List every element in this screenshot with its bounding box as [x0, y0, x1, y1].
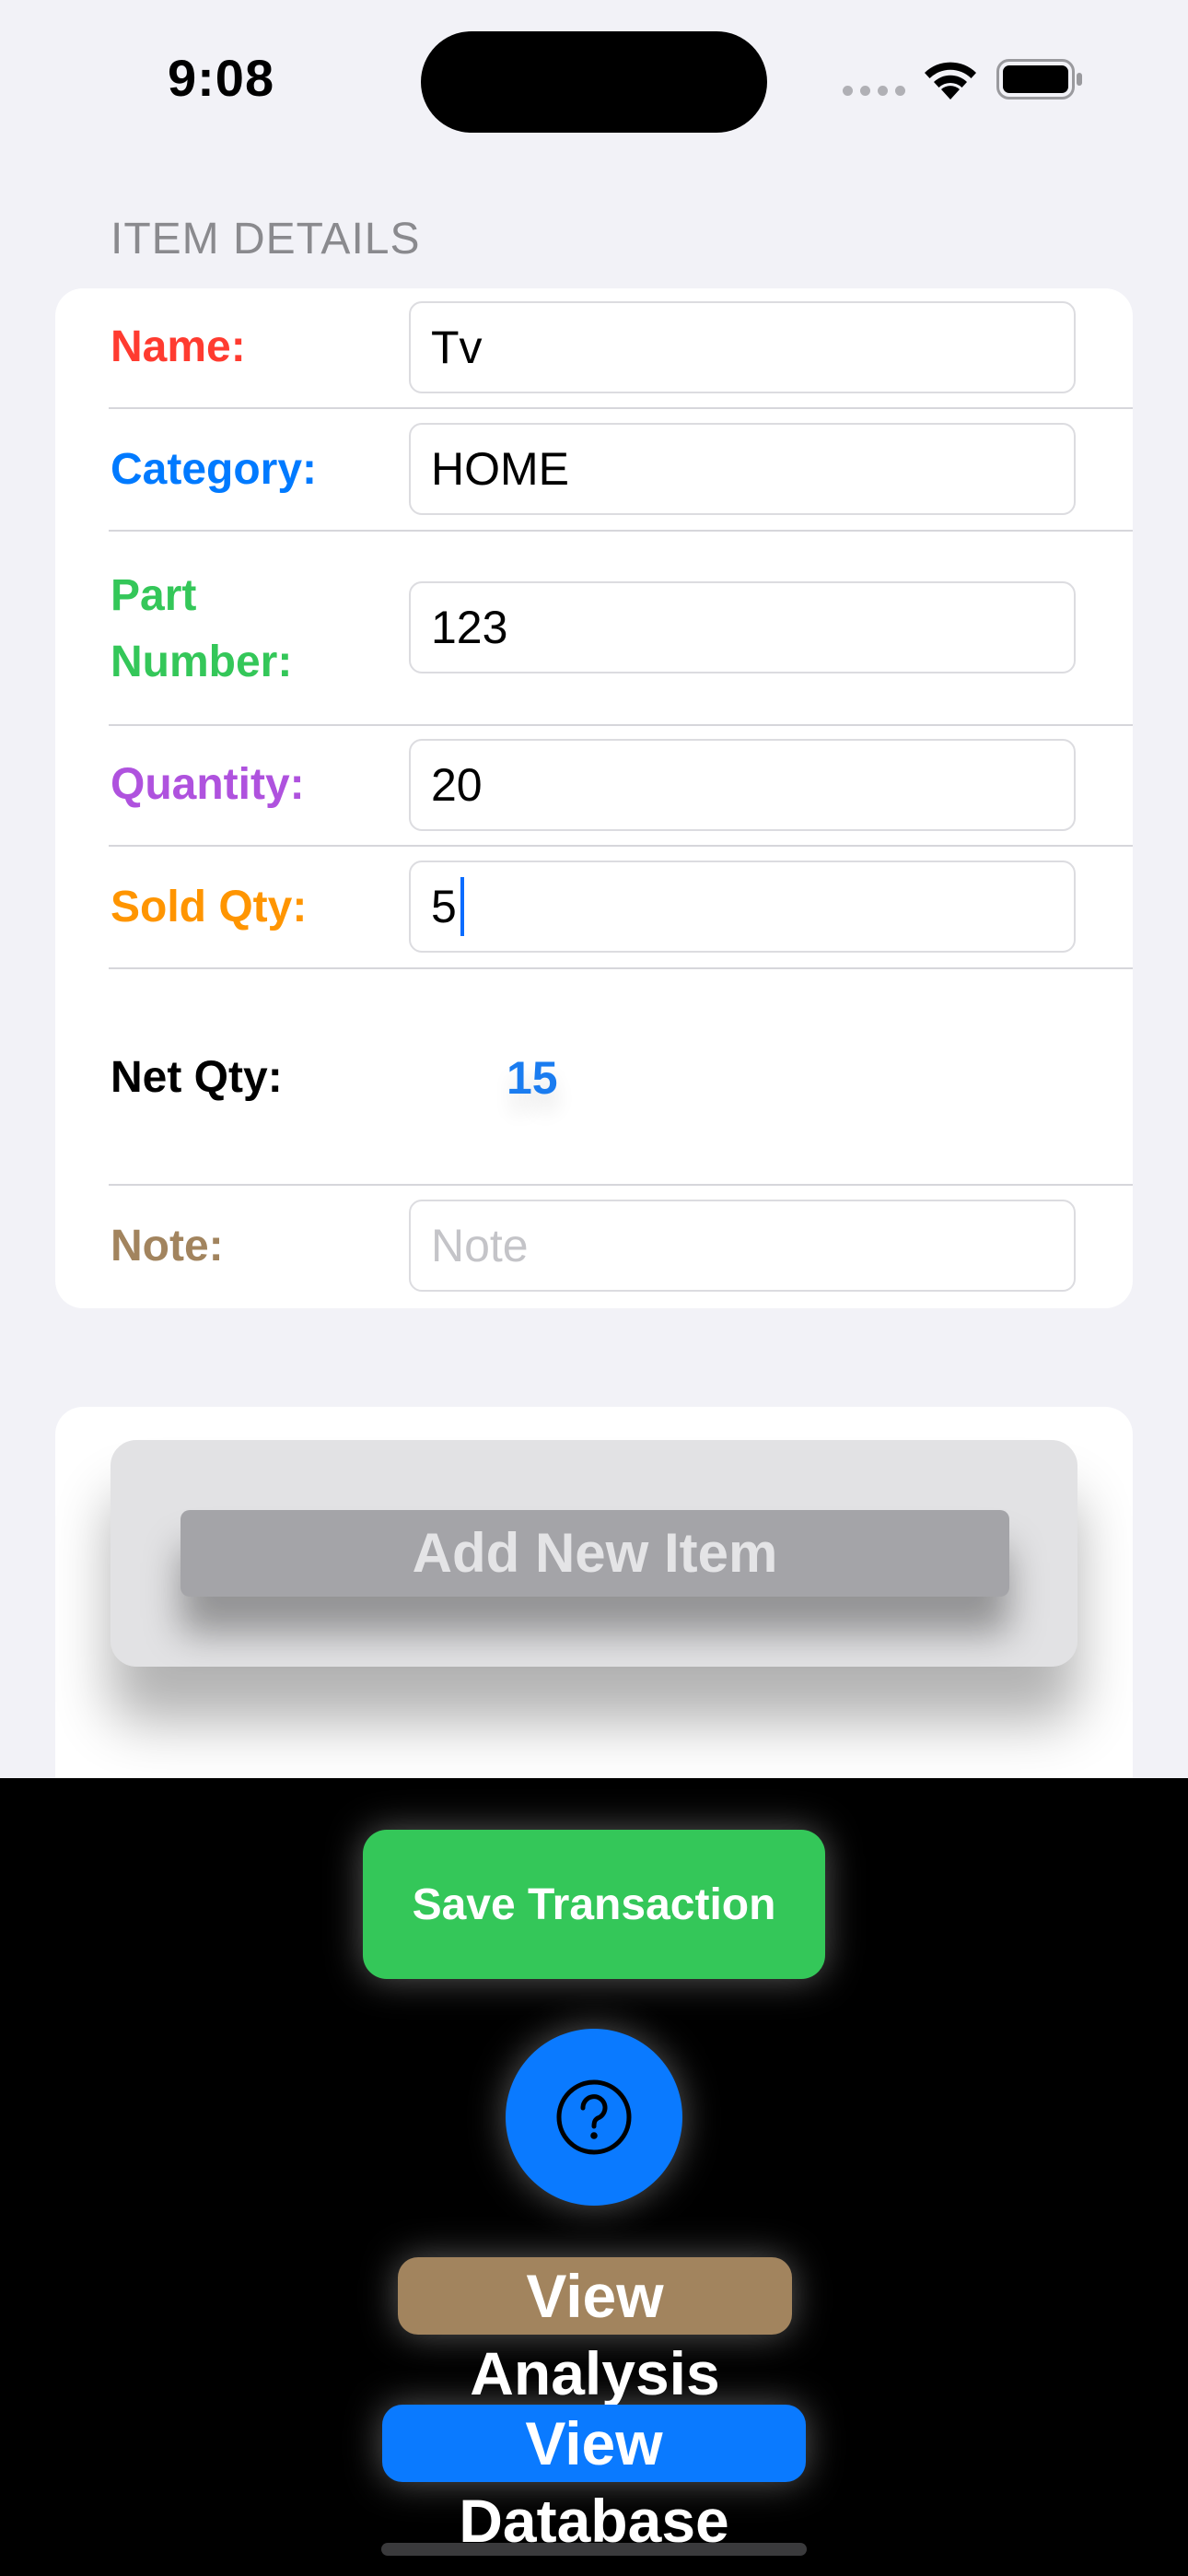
add-item-card: Add New Item — [55, 1407, 1133, 1794]
sold-qty-input[interactable]: 5 — [409, 861, 1076, 953]
cellular-signal-icon — [843, 86, 905, 97]
dynamic-island — [421, 31, 767, 133]
name-input[interactable] — [409, 301, 1076, 393]
sold-qty-value: 5 — [431, 881, 457, 932]
part-number-label-line1: Part — [111, 571, 197, 620]
text-cursor — [460, 877, 464, 936]
name-row: Name: — [55, 288, 1133, 409]
category-row: Category: — [55, 409, 1133, 532]
item-details-card: Name: Category: Part Number: Quantity: S… — [55, 288, 1133, 1308]
note-label: Note: — [111, 1222, 224, 1270]
bottom-action-panel: Save Transaction View Analysis View Data… — [0, 1778, 1188, 2576]
quantity-row: Quantity: — [55, 726, 1133, 847]
battery-icon — [996, 59, 1082, 100]
save-transaction-button[interactable]: Save Transaction — [363, 1830, 825, 1979]
question-circle-icon — [556, 2079, 632, 2155]
quantity-input[interactable] — [409, 739, 1076, 831]
sold-qty-row: Sold Qty: 5 — [55, 847, 1133, 969]
help-button[interactable] — [506, 2029, 682, 2206]
add-new-item-label: Add New Item — [181, 1510, 1009, 1597]
net-qty-label: Net Qty: — [111, 1053, 283, 1102]
category-input[interactable] — [409, 423, 1076, 515]
wifi-icon — [925, 62, 976, 100]
section-header-item-details: ITEM DETAILS — [111, 215, 421, 263]
add-new-item-button[interactable]: Add New Item — [111, 1440, 1077, 1667]
status-time: 9:08 — [168, 49, 275, 107]
note-row: Note: — [55, 1186, 1133, 1308]
part-number-label-line2: Number: — [111, 638, 293, 686]
note-input[interactable] — [409, 1200, 1076, 1292]
part-number-label: Part Number: — [111, 563, 292, 696]
name-label: Name: — [111, 322, 246, 371]
view-database-button[interactable]: View Database — [382, 2405, 806, 2555]
net-qty-row: Net Qty: 15 — [55, 969, 1133, 1186]
quantity-label: Quantity: — [111, 760, 305, 809]
category-label: Category: — [111, 445, 318, 494]
net-qty-value: 15 — [507, 1052, 558, 1104]
part-number-row: Part Number: — [55, 532, 1133, 726]
view-analysis-button[interactable]: View Analysis — [398, 2257, 792, 2407]
part-number-input[interactable] — [409, 581, 1076, 673]
home-indicator[interactable] — [381, 2543, 807, 2556]
sold-qty-label: Sold Qty: — [111, 883, 308, 931]
